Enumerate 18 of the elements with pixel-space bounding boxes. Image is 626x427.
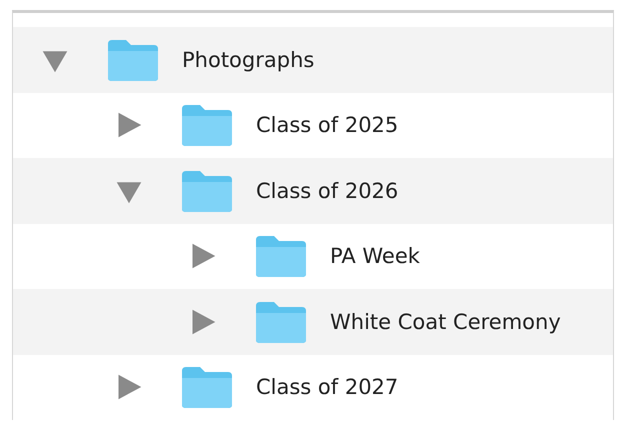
folder-icon bbox=[106, 38, 160, 82]
folder-label: Photographs bbox=[182, 48, 314, 72]
folder-icon bbox=[180, 168, 234, 213]
folder-icon bbox=[180, 365, 234, 410]
tree-row[interactable]: Class of 2026 bbox=[13, 158, 613, 224]
tree-row[interactable]: White Coat Ceremony bbox=[13, 289, 613, 354]
folder-icon bbox=[254, 234, 308, 278]
folder-label: PA Week bbox=[330, 244, 420, 268]
folder-label: White Coat Ceremony bbox=[330, 310, 561, 334]
tree-row[interactable]: Class of 2025 bbox=[13, 92, 613, 158]
folder-icon bbox=[180, 103, 234, 148]
tree-row[interactable]: Photographs bbox=[13, 27, 613, 92]
folder-icon bbox=[254, 300, 308, 344]
tree-row[interactable]: PA Week bbox=[13, 224, 613, 289]
folder-label: Class of 2027 bbox=[256, 375, 398, 400]
tree-row[interactable]: Class of 2027 bbox=[13, 354, 613, 420]
folder-label: Class of 2026 bbox=[256, 178, 398, 203]
folder-label: Class of 2025 bbox=[256, 113, 398, 138]
